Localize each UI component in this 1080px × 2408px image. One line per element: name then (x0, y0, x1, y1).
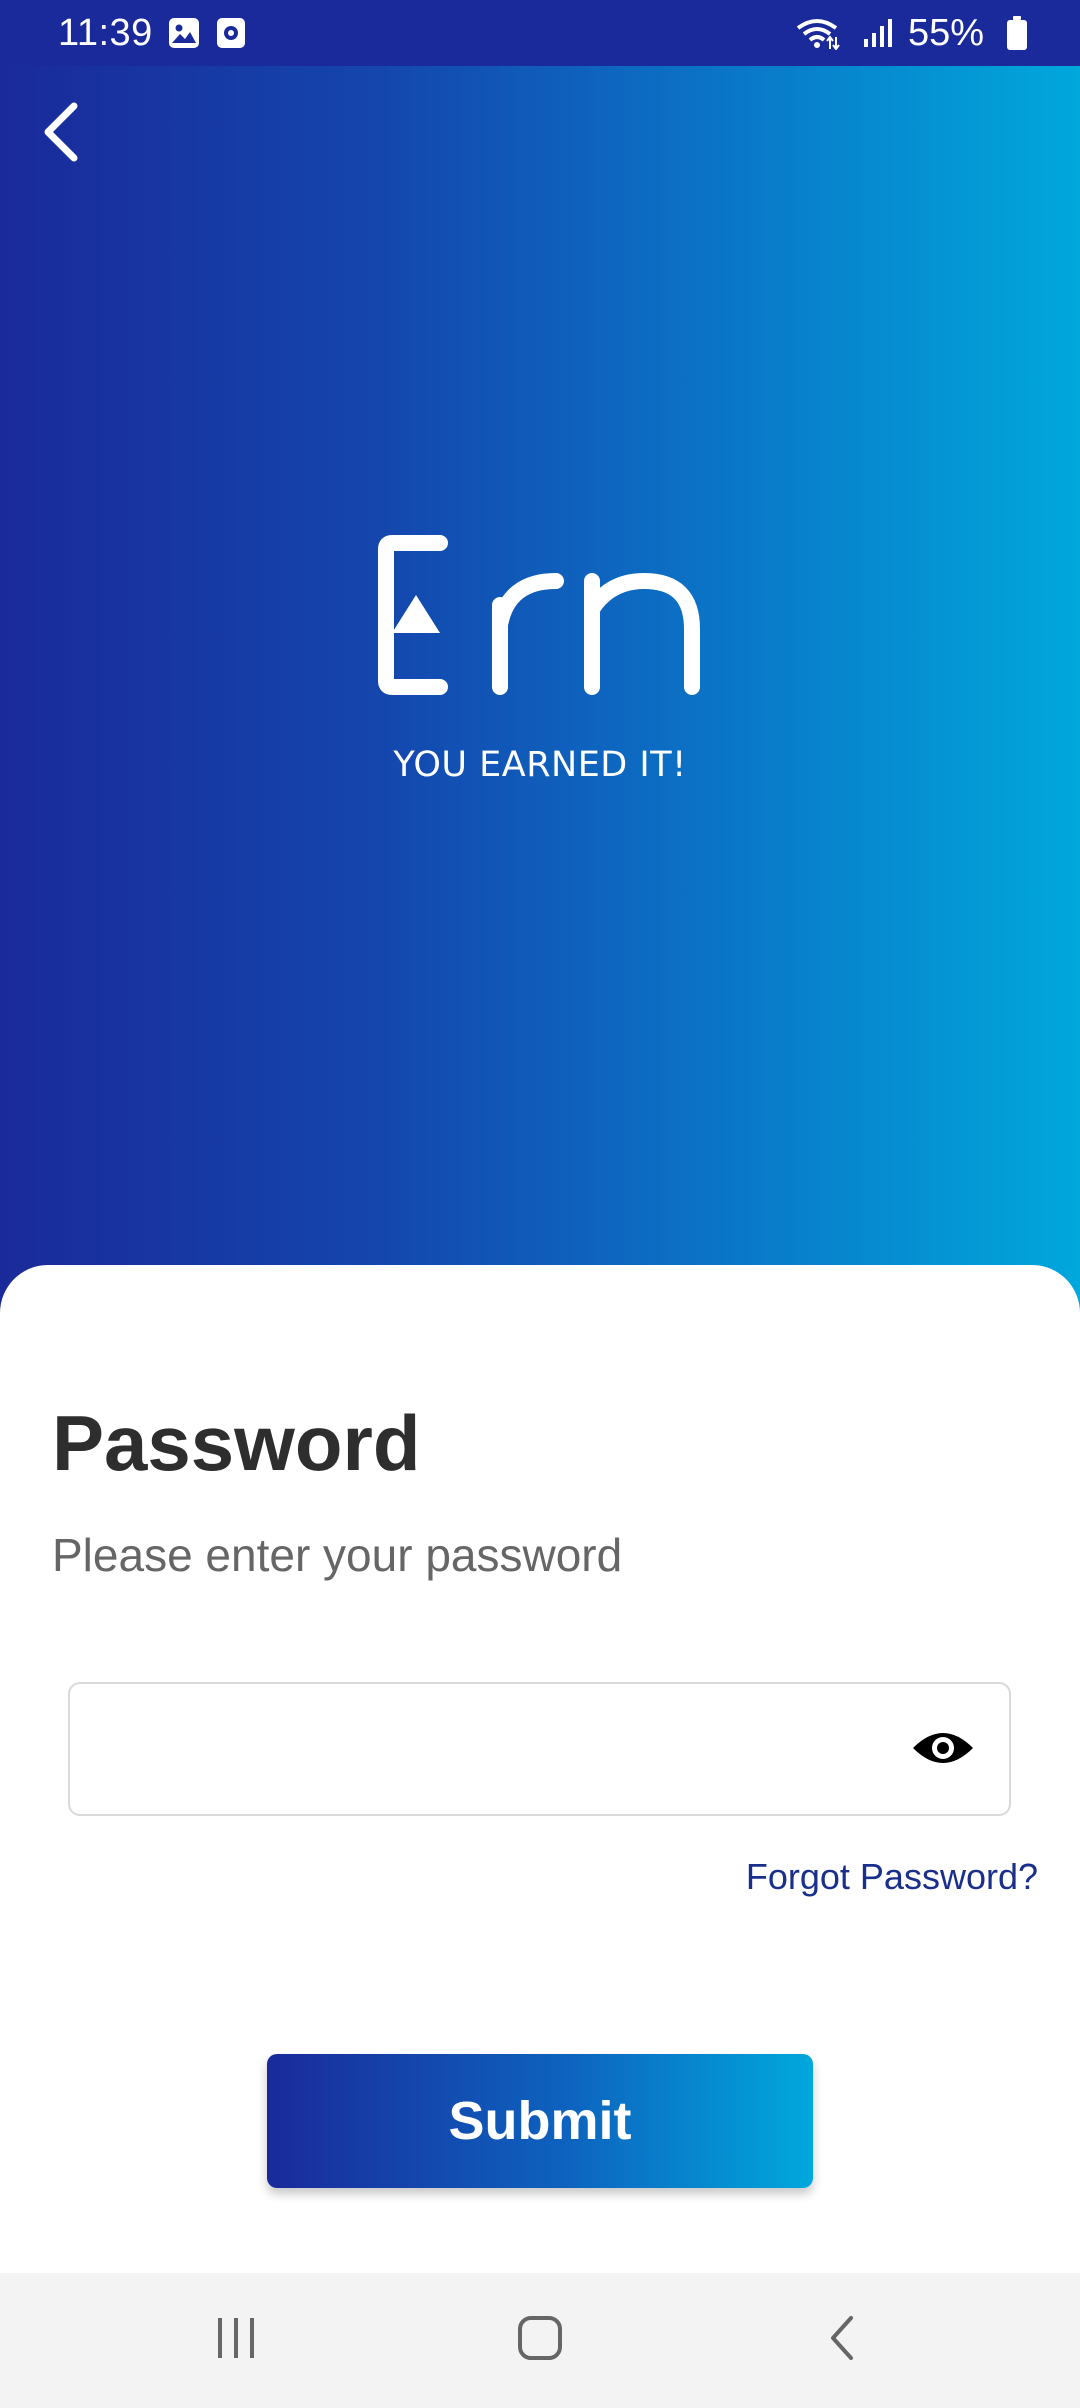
password-input[interactable] (90, 1684, 914, 1816)
toggle-password-visibility-button[interactable] (911, 1718, 975, 1782)
system-nav-bar (0, 2273, 1080, 2408)
submit-button[interactable]: Submit (267, 2054, 813, 2188)
page-title: Password (52, 1399, 421, 1487)
home-icon (516, 2314, 564, 2367)
back-button[interactable] (28, 96, 92, 172)
status-right: 55% (780, 12, 1028, 55)
status-bar: 11:39 55% (0, 0, 1080, 66)
wifi-icon (794, 16, 840, 50)
app-logo (378, 535, 708, 695)
password-field[interactable] (68, 1682, 1011, 1816)
recent-apps-button[interactable] (156, 2273, 316, 2408)
eye-icon (911, 1728, 975, 1773)
chevron-left-icon (38, 100, 82, 169)
signal-icon (862, 17, 894, 49)
tagline: YOU EARNED IT! (393, 745, 687, 785)
media-icon (215, 16, 247, 50)
gallery-icon (167, 16, 201, 50)
system-back-button[interactable] (762, 2273, 922, 2408)
hero-banner (0, 66, 1080, 1346)
back-icon (825, 2314, 859, 2367)
battery-percentage: 55% (907, 11, 984, 54)
battery-icon (1006, 15, 1028, 51)
recent-apps-icon (214, 2316, 258, 2365)
forgot-password-link[interactable]: Forgot Password? (746, 1856, 1038, 1898)
home-button[interactable] (460, 2273, 620, 2408)
status-time: 11:39 (58, 11, 153, 54)
page-subtitle: Please enter your password (52, 1529, 623, 1581)
